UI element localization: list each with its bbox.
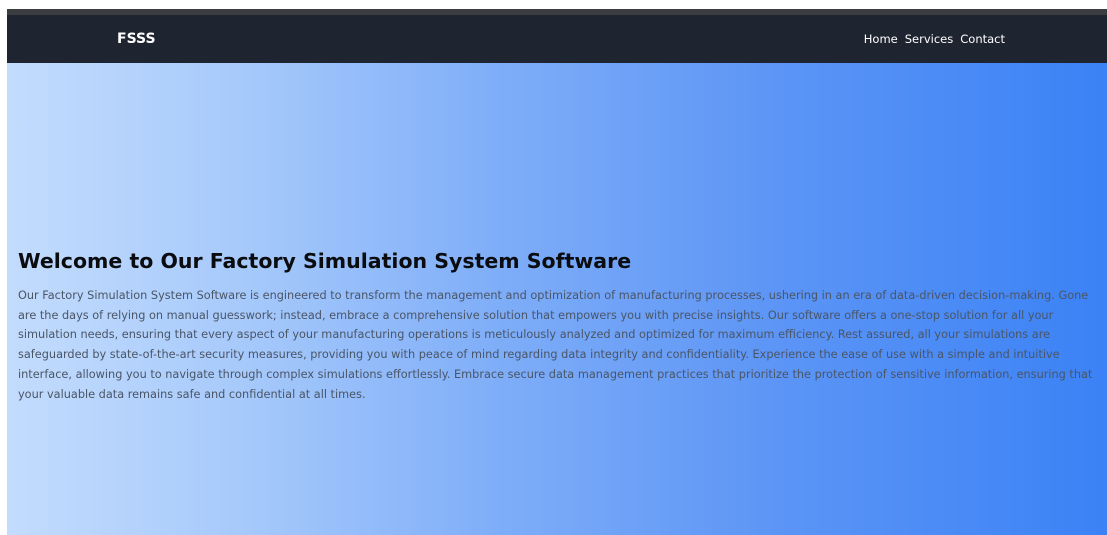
nav-link-contact[interactable]: Contact (960, 32, 1005, 46)
hero-title: Welcome to Our Factory Simulation System… (18, 249, 632, 273)
brand-logo-link[interactable]: FSSS (117, 15, 156, 63)
nav-link-services[interactable]: Services (905, 32, 954, 46)
window-top-edge (0, 0, 1107, 9)
window-left-edge (0, 9, 7, 535)
navbar: FSSS Home Services Contact (7, 15, 1107, 63)
hero-description: Our Factory Simulation System Software i… (18, 289, 1093, 401)
nav-link-home[interactable]: Home (864, 32, 898, 46)
hero-section: Welcome to Our Factory Simulation System… (7, 63, 1107, 535)
nav-links: Home Services Contact (864, 15, 1005, 63)
